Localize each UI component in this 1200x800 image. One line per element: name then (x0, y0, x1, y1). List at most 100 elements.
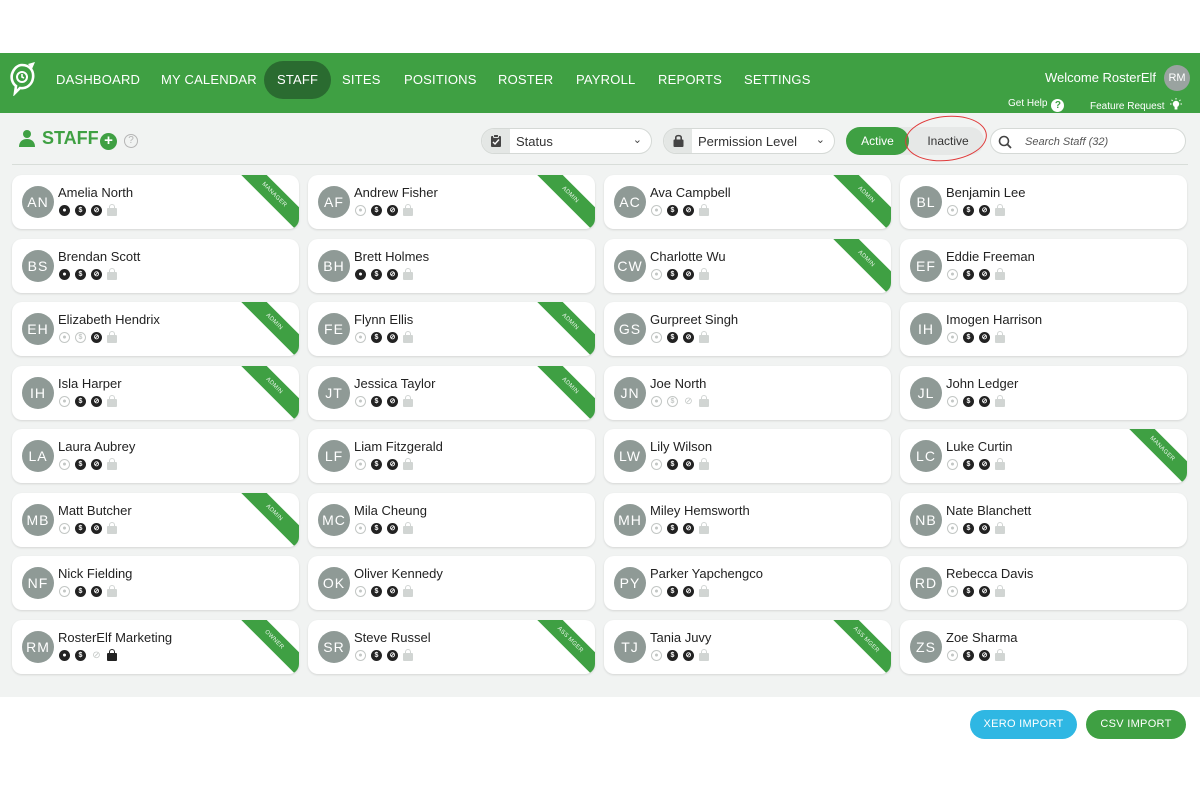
search-input[interactable] (1025, 133, 1175, 150)
nav-item-roster[interactable]: ROSTER (485, 71, 566, 109)
lock-icon (995, 204, 1005, 216)
feature-request-label: Feature Request (1090, 101, 1165, 112)
availability-icon: ⊘ (387, 205, 398, 216)
staff-card[interactable]: NB Nate Blanchett ● $ ⊘ (900, 492, 1187, 547)
staff-status-icons: ● $ ⊘ (59, 204, 117, 217)
staff-status-icons: ● $ ⊘ (59, 585, 117, 598)
staff-status-icons: ● $ ⊘ (947, 458, 1005, 471)
staff-status-icons: ● $ ⊘ (355, 521, 413, 535)
staff-card[interactable]: AN Amelia North ● $ ⊘ MANAGER (12, 175, 299, 229)
nav-item-payroll[interactable]: PAYROLL (563, 71, 648, 109)
staff-card[interactable]: JN Joe North ● $ ⊘ (604, 365, 891, 420)
role-ribbon: ADMIN (235, 302, 299, 356)
staff-name: Jessica Taylor (354, 375, 436, 391)
staff-card[interactable]: TJ Tania Juvy ● $ ⊘ ASS MGER (604, 619, 891, 674)
availability-icon: ⊘ (91, 268, 102, 280)
staff-card[interactable]: RD Rebecca Davis ● $ ⊘ (900, 556, 1187, 610)
role-ribbon: MANAGER (235, 175, 299, 229)
role-icon: ● (59, 332, 70, 343)
staff-card[interactable]: LC Luke Curtin ● $ ⊘ MANAGER (900, 429, 1187, 483)
staff-card[interactable]: LA Laura Aubrey ● $ ⊘ (12, 429, 299, 483)
lock-icon (995, 458, 1005, 470)
staff-card[interactable]: BS Brendan Scott ● $ ⊘ (12, 238, 299, 293)
dollar-icon: $ (371, 586, 382, 597)
staff-card[interactable]: BL Benjamin Lee ● $ ⊘ (900, 175, 1187, 229)
availability-icon: ⊘ (979, 586, 990, 597)
staff-card[interactable]: IH Imogen Harrison ● $ ⊘ (900, 302, 1187, 356)
staff-name: Gurpreet Singh (650, 312, 739, 327)
add-staff-button[interactable]: + (100, 133, 117, 150)
xero-import-button[interactable]: XERO IMPORT (970, 710, 1077, 739)
lock-icon (995, 585, 1005, 597)
user-avatar[interactable]: RM (1164, 65, 1190, 91)
status-filter[interactable]: Status ⌄ (481, 128, 652, 154)
nav-item-staff[interactable]: STAFF (264, 61, 332, 99)
staff-card[interactable]: LW Lily Wilson ● $ ⊘ (604, 429, 891, 483)
staff-card[interactable]: SR Steve Russel ● $ ⊘ ASS MGER (308, 619, 595, 674)
rosterelf-logo-icon[interactable] (8, 62, 36, 96)
staff-name: Luke Curtin (946, 439, 1013, 454)
staff-card[interactable]: MH Miley Hemsworth ● $ ⊘ (604, 492, 891, 547)
nav-item-positions[interactable]: POSITIONS (391, 71, 490, 109)
lock-icon (699, 331, 709, 343)
staff-card[interactable]: AF Andrew Fisher ● $ ⊘ ADMIN (308, 175, 595, 229)
staff-card[interactable]: MC Mila Cheung ● $ ⊘ (308, 492, 595, 547)
staff-status-icons: ● $ ⊘ (59, 267, 117, 281)
staff-avatar: JN (614, 376, 646, 409)
staff-avatar: BH (318, 249, 350, 282)
staff-card[interactable]: GS Gurpreet Singh ● $ ⊘ (604, 302, 891, 356)
staff-name: Mila Cheung (354, 502, 427, 518)
dollar-icon: $ (75, 649, 86, 661)
dollar-icon: $ (963, 586, 974, 597)
staff-name: Miley Hemsworth (650, 502, 750, 518)
staff-card[interactable]: EF Eddie Freeman ● $ ⊘ (900, 238, 1187, 293)
active-toggle-button[interactable]: Active (846, 127, 909, 155)
staff-card[interactable]: FE Flynn Ellis ● $ ⊘ ADMIN (308, 302, 595, 356)
staff-status-icons: ● $ ⊘ (355, 204, 413, 217)
nav-item-sites[interactable]: SITES (329, 71, 394, 109)
staff-card[interactable]: NF Nick Fielding ● $ ⊘ (12, 556, 299, 610)
nav-item-my-calendar[interactable]: MY CALENDAR (148, 71, 270, 109)
lock-icon (403, 394, 413, 407)
lock-icon (699, 458, 709, 470)
staff-card[interactable]: RM RosterElf Marketing ● $ ⊘ OWNER (12, 619, 299, 674)
dollar-icon: $ (371, 395, 382, 407)
search-icon (998, 135, 1012, 149)
staff-card[interactable]: BH Brett Holmes ● $ ⊘ (308, 238, 595, 293)
staff-status-icons: ● $ ⊘ (947, 585, 1005, 598)
staff-card[interactable]: LF Liam Fitzgerald ● $ ⊘ (308, 429, 595, 483)
dollar-icon: $ (75, 332, 86, 343)
availability-icon: ⊘ (683, 586, 694, 597)
staff-card[interactable]: JT Jessica Taylor ● $ ⊘ ADMIN (308, 365, 595, 420)
staff-card[interactable]: ZS Zoe Sharma ● $ ⊘ (900, 619, 1187, 674)
staff-name: Liam Fitzgerald (354, 439, 443, 454)
staff-card[interactable]: CW Charlotte Wu ● $ ⊘ ADMIN (604, 238, 891, 293)
role-icon: ● (651, 268, 662, 280)
staff-card[interactable]: JL John Ledger ● $ ⊘ (900, 365, 1187, 420)
availability-icon: ⊘ (387, 459, 398, 470)
csv-import-button[interactable]: CSV IMPORT (1086, 710, 1186, 739)
staff-name: Benjamin Lee (946, 185, 1026, 200)
staff-card[interactable]: AC Ava Campbell ● $ ⊘ ADMIN (604, 175, 891, 229)
role-icon: ● (355, 649, 366, 661)
nav-item-dashboard[interactable]: DASHBOARD (43, 71, 153, 109)
get-help-link[interactable]: Get Help? (1008, 98, 1065, 112)
feature-request-link[interactable]: Feature Request (1090, 98, 1183, 112)
permission-level-filter[interactable]: Permission Level ⌄ (663, 128, 835, 154)
role-icon: ● (947, 268, 958, 280)
staff-status-icons: ● $ ⊘ (355, 267, 413, 281)
staff-avatar: EH (22, 313, 54, 345)
help-icon[interactable]: ? (124, 134, 138, 148)
staff-avatar: OK (318, 567, 350, 599)
dollar-icon: $ (75, 459, 86, 470)
nav-item-settings[interactable]: SETTINGS (731, 71, 824, 109)
dollar-icon: $ (75, 395, 86, 407)
role-icon: ● (355, 205, 366, 216)
staff-card[interactable]: PY Parker Yapchengco ● $ ⊘ (604, 556, 891, 610)
staff-card[interactable]: OK Oliver Kennedy ● $ ⊘ (308, 556, 595, 610)
staff-avatar: CW (614, 249, 646, 282)
staff-card[interactable]: MB Matt Butcher ● $ ⊘ ADMIN (12, 492, 299, 547)
nav-item-reports[interactable]: REPORTS (645, 71, 735, 109)
staff-card[interactable]: IH Isla Harper ● $ ⊘ ADMIN (12, 365, 299, 420)
staff-card[interactable]: EH Elizabeth Hendrix ● $ ⊘ ADMIN (12, 302, 299, 356)
